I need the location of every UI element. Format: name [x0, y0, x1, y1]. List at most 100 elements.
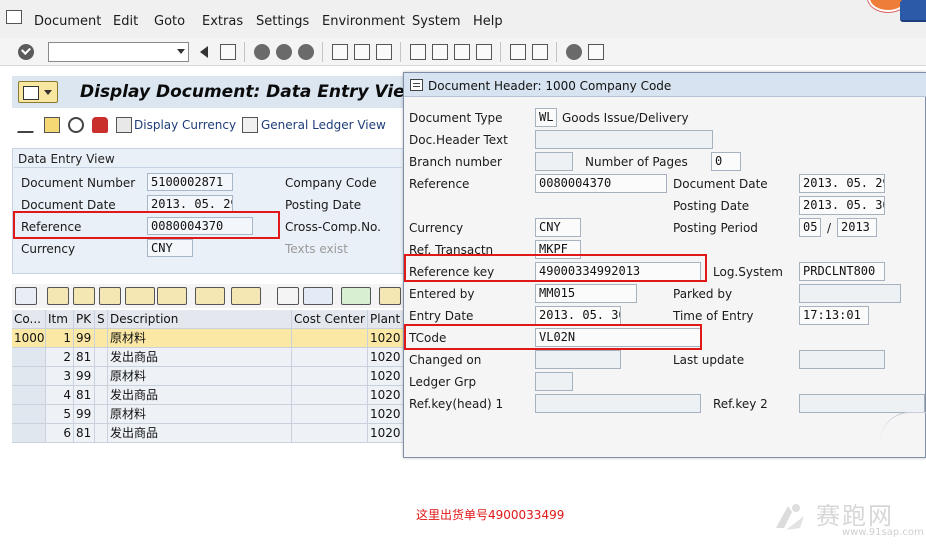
chevron-down-icon[interactable] [177, 49, 185, 54]
posting-date-field[interactable]: 2013. 05. 30 [799, 196, 885, 215]
sort-descending-icon[interactable] [73, 287, 95, 305]
enter-icon[interactable] [18, 44, 34, 60]
table-row[interactable]: 4 81 发出商品 1020 [12, 386, 404, 405]
filter-icon[interactable] [157, 287, 187, 305]
currency-field[interactable]: CNY [147, 239, 193, 257]
next-page-icon[interactable] [454, 44, 470, 60]
find-icon[interactable] [354, 44, 370, 60]
layout-icon[interactable] [379, 287, 401, 305]
table-row[interactable]: 1000 1 99 原材料 1020 [12, 329, 404, 348]
total-icon[interactable] [195, 287, 225, 305]
menu-document[interactable]: Document [34, 14, 101, 29]
subtotal-icon[interactable] [231, 287, 261, 305]
cell-company [12, 424, 46, 443]
reference-highlight [13, 211, 280, 239]
column-header-company[interactable]: Co... [12, 310, 46, 329]
parked-by-field[interactable] [799, 284, 901, 303]
save-icon[interactable] [220, 44, 236, 60]
cancel-icon[interactable] [298, 44, 314, 60]
column-header-item[interactable]: Itm [46, 310, 74, 329]
search-icon[interactable] [68, 117, 84, 133]
document-date-label: Document Date [21, 198, 116, 212]
views-icon[interactable] [303, 287, 333, 305]
shortcut-icon[interactable] [532, 44, 548, 60]
column-header-s[interactable]: S [95, 310, 108, 329]
menu-settings[interactable]: Settings [256, 14, 309, 29]
first-page-icon[interactable] [410, 44, 426, 60]
window-control-button[interactable] [900, 0, 926, 22]
cell-s [95, 367, 108, 386]
cell-description: 原材料 [108, 329, 292, 348]
layout-menu-icon[interactable] [588, 44, 604, 60]
column-header-pk[interactable]: PK [74, 310, 95, 329]
doc-header-text-field[interactable] [535, 130, 713, 149]
menu-help[interactable]: Help [473, 14, 503, 29]
last-page-icon[interactable] [476, 44, 492, 60]
ledger-grp-field[interactable] [535, 372, 573, 391]
command-field[interactable] [48, 42, 189, 62]
branch-number-label: Branch number [409, 155, 502, 169]
cell-company [12, 348, 46, 367]
reference-field[interactable]: 0080004370 [535, 174, 667, 193]
menu-goto[interactable]: Goto [154, 14, 185, 29]
entry-date-field[interactable]: 2013. 05. 30 [535, 306, 621, 325]
document-type-field[interactable]: WL [535, 108, 557, 127]
help-icon[interactable] [566, 44, 582, 60]
branch-number-field[interactable] [535, 152, 573, 171]
display-currency-icon[interactable] [116, 117, 132, 133]
export-icon[interactable] [341, 287, 371, 305]
toolbar-separator [322, 42, 323, 62]
previous-page-icon[interactable] [432, 44, 448, 60]
document-number-field[interactable]: 5100002871 [147, 173, 233, 191]
print-icon[interactable] [332, 44, 348, 60]
new-session-icon[interactable] [510, 44, 526, 60]
sort-ascending-icon[interactable] [47, 287, 69, 305]
screen-menu-icon[interactable] [18, 81, 58, 103]
currency-field[interactable]: CNY [535, 218, 581, 237]
ledger-icon[interactable] [242, 117, 258, 133]
window-menu-icon[interactable] [6, 10, 22, 24]
cell-item: 6 [46, 424, 74, 443]
find-icon[interactable] [99, 287, 121, 305]
display-currency-button[interactable]: Display Currency [134, 118, 236, 132]
command-submit-icon[interactable] [200, 46, 208, 58]
menu-environment[interactable]: Environment [322, 14, 405, 29]
cell-cost-center [292, 386, 368, 405]
time-of-entry-field[interactable]: 17:13:01 [799, 306, 869, 325]
table-row[interactable]: 6 81 发出商品 1020 [12, 424, 404, 443]
dialog-menu-icon[interactable] [410, 79, 423, 91]
ref-key-head1-field[interactable] [535, 394, 701, 413]
command-input[interactable] [49, 43, 169, 61]
details-icon[interactable] [15, 287, 37, 305]
general-ledger-view-button[interactable]: General Ledger View [261, 118, 386, 132]
entered-by-field[interactable]: MM015 [535, 284, 637, 303]
print-preview-icon[interactable] [277, 287, 299, 305]
menu-extras[interactable]: Extras [202, 14, 243, 29]
number-of-pages-field[interactable]: 0 [711, 152, 741, 171]
column-header-plant[interactable]: Plant [368, 310, 404, 329]
texts-exist-label: Texts exist [285, 242, 348, 256]
exit-icon[interactable] [276, 44, 292, 60]
find-next-icon[interactable] [125, 287, 155, 305]
posting-period-month-field[interactable]: 05 [799, 218, 821, 237]
posting-period-year-field[interactable]: 2013 [837, 218, 877, 237]
changed-on-field[interactable] [535, 350, 621, 369]
back-icon[interactable] [254, 44, 270, 60]
menu-edit[interactable]: Edit [113, 14, 138, 29]
table-row[interactable]: 5 99 原材料 1020 [12, 405, 404, 424]
toolbar-separator [400, 42, 401, 62]
column-header-description[interactable]: Description [108, 310, 292, 329]
log-system-field[interactable]: PRDCLNT800 [799, 262, 885, 281]
ref-key-head1-label: Ref.key(head) 1 [409, 397, 504, 411]
cell-description: 发出商品 [108, 424, 292, 443]
document-date-field[interactable]: 2013. 05. 29 [799, 174, 885, 193]
menu-system[interactable]: System [412, 14, 460, 29]
hat-icon[interactable] [92, 117, 108, 133]
ref-key2-field[interactable] [799, 394, 925, 413]
display-change-icon[interactable] [44, 117, 60, 133]
find-next-icon[interactable] [376, 44, 392, 60]
table-row[interactable]: 2 81 发出商品 1020 [12, 348, 404, 367]
last-update-field[interactable] [799, 350, 885, 369]
column-header-cost-center[interactable]: Cost Center [292, 310, 368, 329]
table-row[interactable]: 3 99 原材料 1020 [12, 367, 404, 386]
